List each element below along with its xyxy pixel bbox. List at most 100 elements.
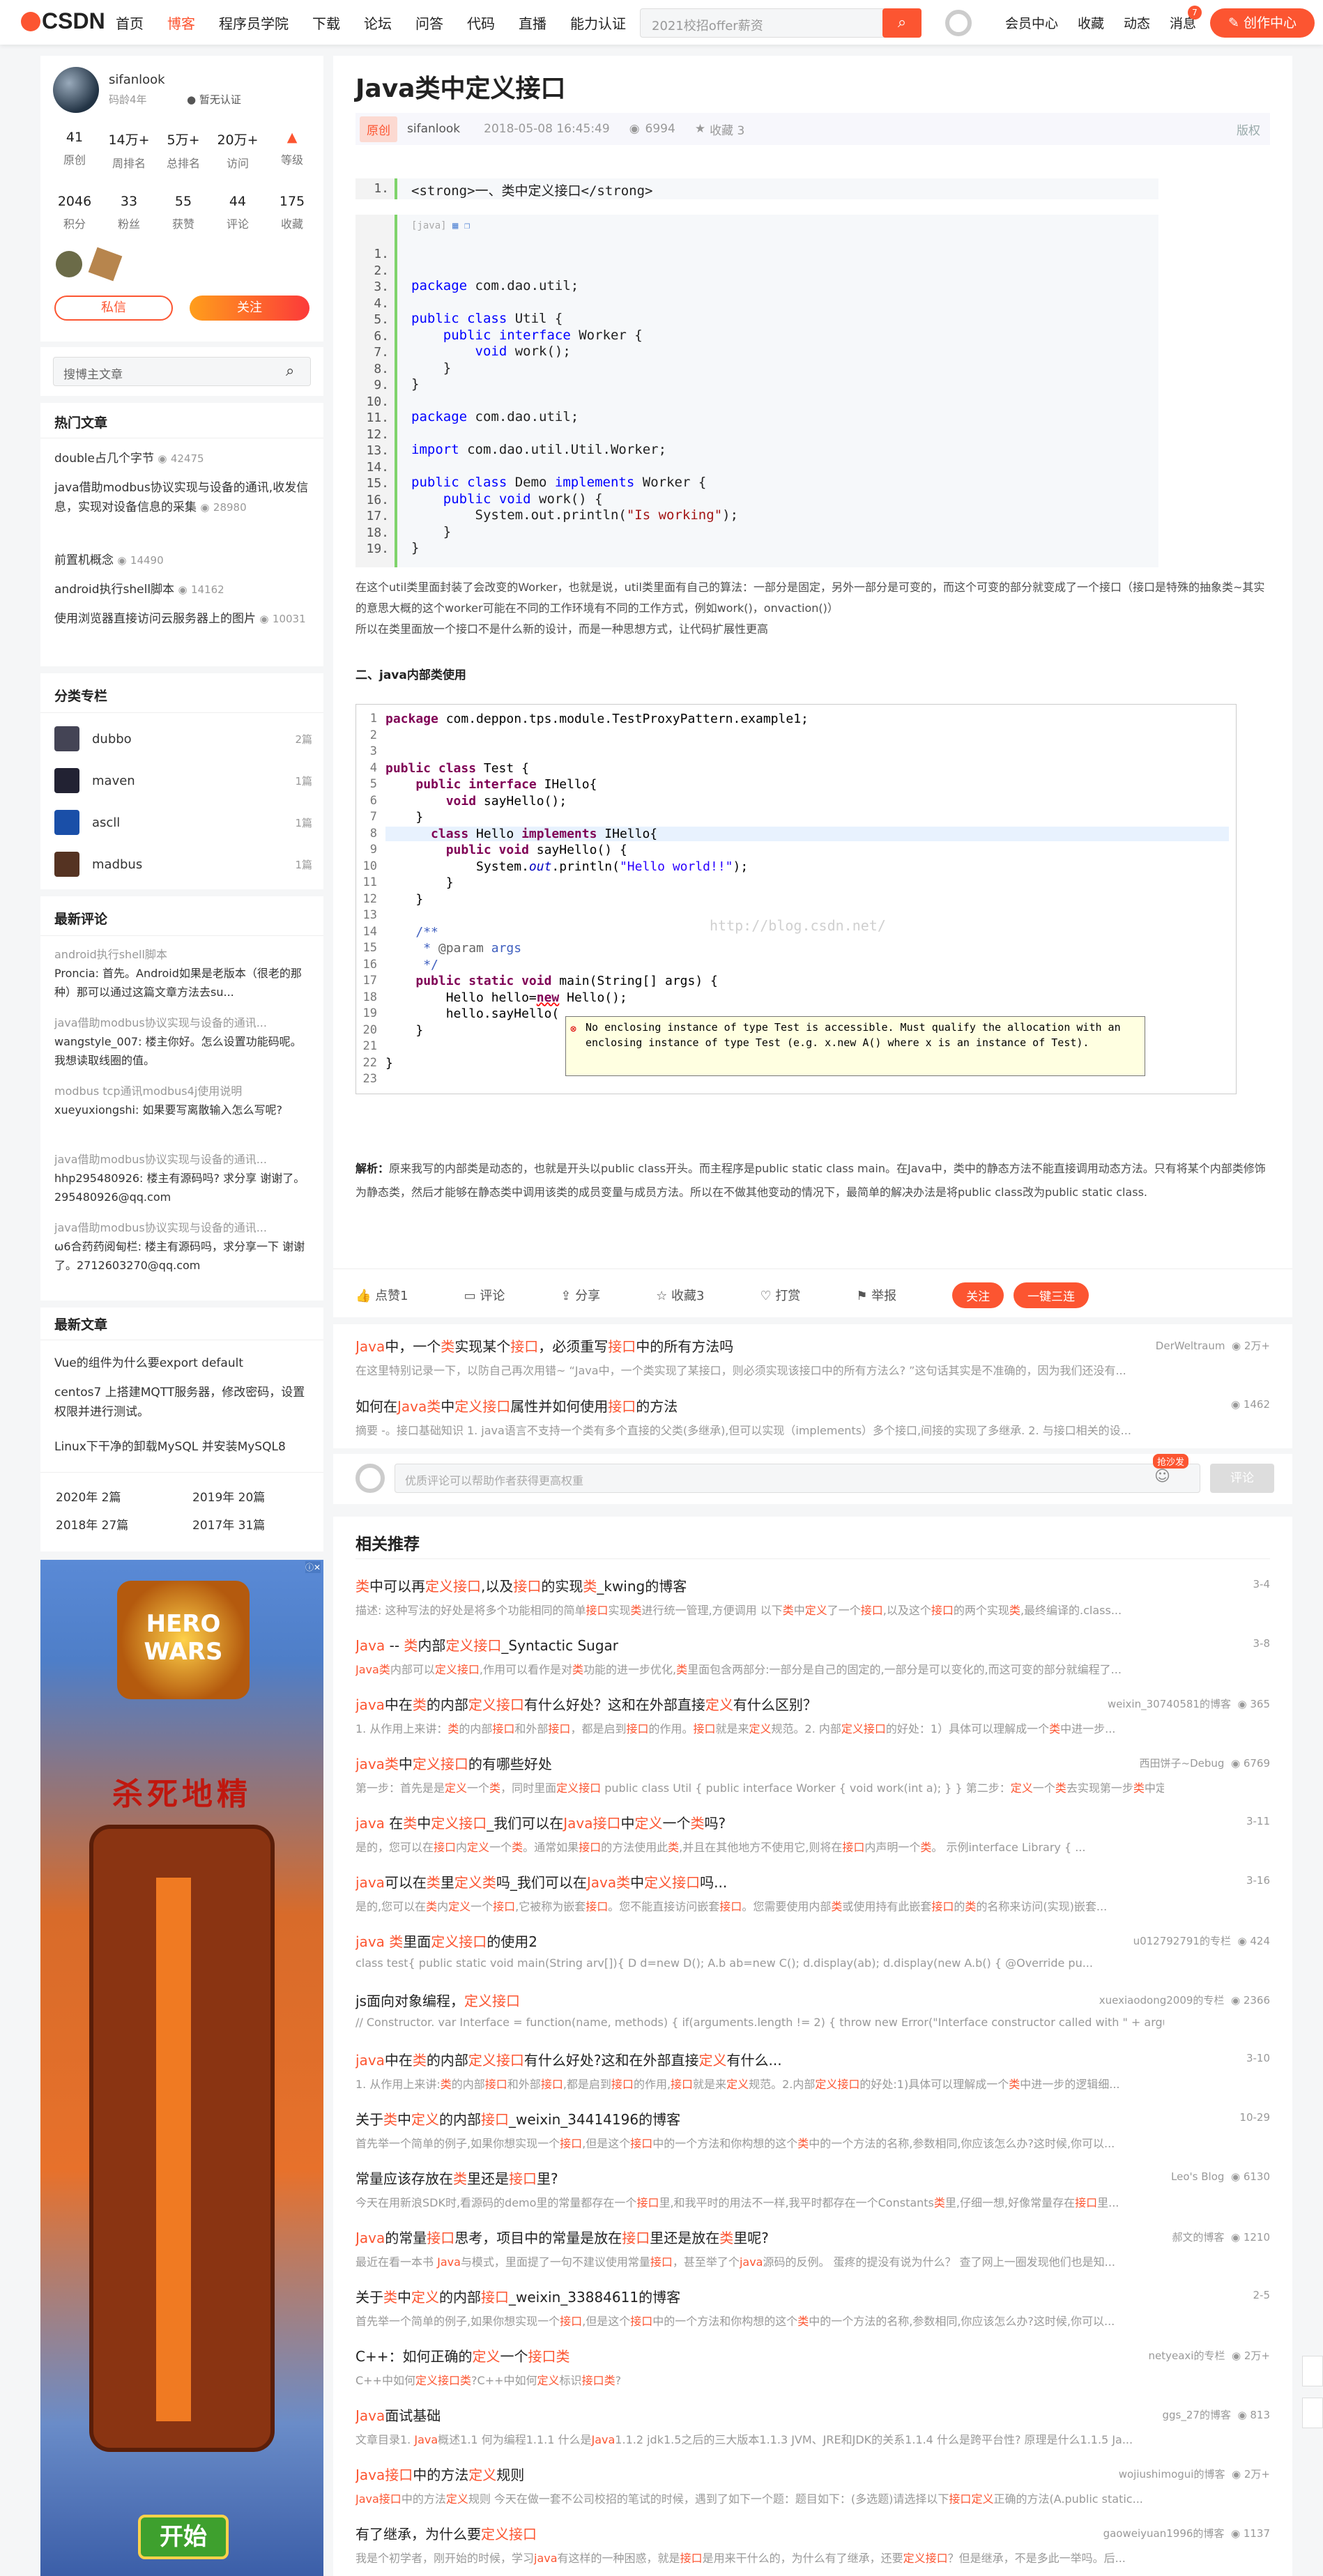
related-item[interactable]: java类中定义接口的有哪些好处 第一步：首先是是定义一个类，同时里面定义接口 p…	[355, 1753, 1270, 1795]
stat-total-rank[interactable]: 5万+ 总排名	[156, 130, 211, 171]
category-madbus[interactable]: madbus 1篇	[54, 850, 312, 878]
favorites-link[interactable]: 收藏	[1078, 13, 1104, 32]
related-item[interactable]: java可以在类里定义类吗_我们可以在Java类中定义接口吗... 是的,您可以在…	[355, 1871, 1270, 1914]
stat-original[interactable]: 41 原创	[47, 130, 102, 167]
related-item[interactable]: 有了继承，为什么要定义接口 我是个初学者，刚开始的时候，学习java有这样的一种困…	[355, 2523, 1270, 2566]
copyright-label[interactable]: 版权	[1237, 121, 1260, 138]
stat-visits[interactable]: 20万+ 访问	[211, 130, 265, 171]
stat-level[interactable]: ▲ 等级	[265, 130, 319, 167]
author-name[interactable]: sifanlook	[109, 72, 165, 87]
nav-live[interactable]: 直播	[519, 13, 546, 33]
comment-item[interactable]: modbus tcp通讯modbus4j使用说明 xueyuxiongshi: 如…	[54, 1082, 312, 1119]
related-item[interactable]: java 类里面定义接口的使用2 class test{ public stati…	[355, 1931, 1270, 1970]
stat-comments[interactable]: 44 评论	[211, 194, 265, 231]
related-item[interactable]: Java中，一个类实现某个接口，必须重写接口中的所有方法吗 在这里特别记录一下，…	[355, 1335, 1270, 1378]
nav-cert[interactable]: 能力认证	[570, 13, 626, 33]
related-item[interactable]: 类中可以再定义接口,以及接口的实现类_kwing的博客 描述: 这种写法的好处是将…	[355, 1575, 1270, 1618]
related-item-meta: 3-16	[1246, 1874, 1270, 1887]
related-item[interactable]: C++：如何正确的定义一个接口类 C++中如何定义接口类?C++中如何定义标识接口…	[355, 2345, 1270, 2388]
latest-article-item[interactable]: centos7 上搭建MQTT服务器，修改密码，设置权限并进行测试。	[54, 1383, 312, 1422]
emoji-icon[interactable]: ☺	[1154, 1468, 1170, 1485]
collect-count[interactable]: 收藏 3	[710, 121, 744, 138]
nav-ask[interactable]: 问答	[415, 13, 443, 33]
blog-search-input[interactable]: 搜博主文章	[53, 357, 311, 386]
archive-2017[interactable]: 2017年 31篇	[192, 1515, 265, 1533]
related-item[interactable]: java中在类的内部定义接口有什么好处?这和在外部直接定义有什么... 1. 从作…	[355, 2049, 1270, 2092]
vip-center-link[interactable]: 会员中心	[1005, 13, 1058, 32]
report-button[interactable]: ⚑ 举报	[856, 1286, 924, 1304]
related-item[interactable]: Java接口中的方法定义规则 Java接口中的方法定义规则 今天在做一套不公司校招…	[355, 2464, 1270, 2506]
related-item[interactable]: Java面试基础 文章目录1. Java概述1.1 何为编程1.1.1 什么是Ja…	[355, 2405, 1270, 2447]
comment-item[interactable]: android执行shell脚本 Proncia: 首先。Android如果是老版…	[54, 945, 312, 1002]
comment-item[interactable]: java借助modbus协议实现与设备的通讯... wangstyle_007: …	[54, 1013, 312, 1070]
hot-article-item[interactable]: 前置机概念 ◉ 14490	[54, 551, 312, 570]
nav-academy[interactable]: 程序员学院	[219, 13, 289, 33]
c-coin-icon[interactable]	[945, 10, 972, 36]
nav-code[interactable]: 代码	[467, 13, 495, 33]
triple-action-button[interactable]: 一键三连	[1014, 1282, 1089, 1308]
csdn-logo[interactable]: CSDN	[21, 8, 105, 34]
related-item[interactable]: java 在类中定义接口_我们可以在Java接口中定义一个类吗? 是的，您可以在接…	[355, 1812, 1270, 1855]
feedback-icon[interactable]	[1302, 2356, 1323, 2386]
stat-week-rank[interactable]: 14万+ 周排名	[102, 130, 156, 171]
nav-blog[interactable]: 博客	[167, 13, 195, 33]
code-line: }	[385, 1022, 424, 1038]
related-item[interactable]: java中在类的内部定义接口有什么好处？这和在外部直接定义有什么区别？ 1. 从作…	[355, 1694, 1270, 1736]
badge-box-icon[interactable]	[88, 247, 123, 282]
game-advertisement[interactable]: HERO WARS 杀死地精 开始 ⓘ✕	[40, 1560, 323, 2576]
article-author[interactable]: sifanlook	[407, 122, 460, 136]
avatar[interactable]	[53, 67, 99, 113]
message-count-badge: 7	[1188, 6, 1202, 20]
related-item[interactable]: js面向对象编程，定义接口// Constructor. var Interfa…	[355, 1990, 1270, 2029]
category-ascll[interactable]: ascll 1篇	[54, 808, 312, 836]
hot-article-item[interactable]: android执行shell脚本 ◉ 14162	[54, 580, 312, 599]
category-dubbo[interactable]: dubbo 2篇	[54, 725, 312, 753]
search-icon[interactable]: ⌕	[286, 362, 294, 380]
related-item[interactable]: 如何在Java类中定义接口属性并如何使用接口的方法 摘要 -。接口基础知识 1.…	[355, 1395, 1270, 1438]
submit-comment-button[interactable]: 评论	[1210, 1464, 1274, 1493]
follow-button[interactable]: 关注	[952, 1282, 1004, 1308]
related-item[interactable]: 关于类中定义的内部接口_weixin_33884611的博客 首先举一个简单的例子…	[355, 2286, 1270, 2329]
related-item[interactable]: Java的常量接口思考，项目中的常量是放在接口里还是放在类里呢? 最近在看一本书 …	[355, 2227, 1270, 2269]
hot-article-item[interactable]: 使用浏览器直接访问云服务器上的图片 ◉ 10031	[54, 609, 312, 629]
latest-article-item[interactable]: Vue的组件为什么要export default	[54, 1354, 312, 1373]
hot-article-item[interactable]: java借助modbus协议实现与设备的通讯,收发信息，实现对设备信息的采集 ◉…	[54, 478, 312, 517]
nav-home[interactable]: 首页	[116, 13, 144, 33]
comment-item[interactable]: java借助modbus协议实现与设备的通讯... ω6合药药阅甸栏: 楼主有源码…	[54, 1218, 312, 1275]
stat-points[interactable]: 2046 积分	[47, 194, 102, 231]
archive-2020[interactable]: 2020年 2篇	[56, 1487, 121, 1505]
comment-input[interactable]: 优质评论可以帮助作者获得更高权重	[395, 1464, 1200, 1493]
private-message-button[interactable]: 私信	[54, 296, 173, 321]
nav-forum[interactable]: 论坛	[364, 13, 392, 33]
related-item[interactable]: 常量应该存放在类里还是接口里? 今天在用新浪SDK时,看源码的demo里的常量都存…	[355, 2168, 1270, 2210]
related-item-title: java中在类的内部定义接口有什么好处?这和在外部直接定义有什么...	[355, 2052, 782, 2069]
archive-2018[interactable]: 2018年 27篇	[56, 1515, 128, 1533]
reward-button[interactable]: ♡ 打赏	[760, 1286, 828, 1304]
stat-fans[interactable]: 33 粉丝	[102, 194, 156, 231]
create-center-button[interactable]: ✎ 创作中心	[1210, 8, 1315, 38]
category-maven[interactable]: maven 1篇	[54, 767, 312, 795]
nav-download[interactable]: 下载	[312, 13, 340, 33]
archive-2019[interactable]: 2019年 20篇	[192, 1487, 265, 1505]
share-button[interactable]: ⇪ 分享	[560, 1286, 628, 1304]
comment-item[interactable]: java借助modbus协议实现与设备的通讯... hhp295480926: 楼…	[54, 1150, 312, 1206]
badge-icon[interactable]	[56, 251, 82, 277]
ad-choices-icon[interactable]: ⓘ✕	[305, 1561, 321, 1573]
customer-service-icon[interactable]	[1302, 2398, 1323, 2428]
like-button[interactable]: 👍 点赞1	[355, 1286, 436, 1304]
hot-article-item[interactable]: double占几个字节 ◉ 42475	[54, 449, 312, 468]
stat-favorites[interactable]: 175 收藏	[265, 194, 319, 231]
follow-author-button[interactable]: 关注	[190, 296, 309, 321]
comment-button[interactable]: ▭ 评论	[464, 1286, 533, 1304]
related-item[interactable]: Java -- 类内部定义接口_Syntactic Sugar Java类内部可以…	[355, 1634, 1270, 1677]
stat-likes[interactable]: 55 获赞	[156, 194, 211, 231]
related-item[interactable]: 关于类中定义的内部接口_weixin_34414196的博客 首先举一个简单的例子…	[355, 2108, 1270, 2151]
ad-start-button[interactable]: 开始	[138, 2515, 229, 2559]
search-input[interactable]: 2021校招offer薪资	[640, 8, 898, 38]
activity-link[interactable]: 动态	[1124, 13, 1150, 32]
category-icon	[54, 726, 79, 751]
related-item-meta: 3-10	[1246, 2052, 1270, 2064]
latest-article-item[interactable]: Linux下干净的卸载MySQL 并安装MySQL8	[54, 1437, 312, 1457]
collect-button[interactable]: ☆ 收藏3	[656, 1286, 732, 1304]
search-button[interactable]: ⌕	[882, 8, 921, 38]
